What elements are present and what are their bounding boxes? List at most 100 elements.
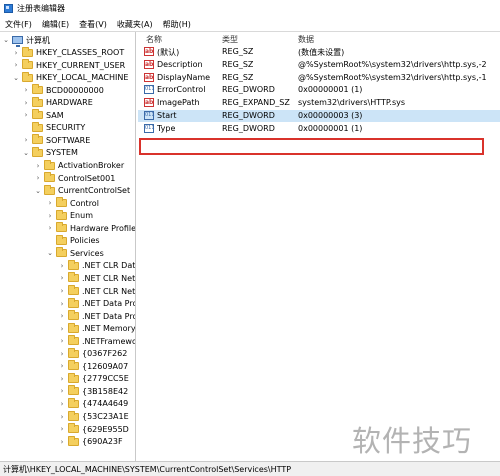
chevron-right-icon[interactable]: › [34,162,42,170]
menu-file[interactable]: 文件(F) [4,19,33,30]
chevron-right-icon[interactable]: › [58,300,66,308]
value-row[interactable]: 011 ErrorControl REG_DWORD 0x00000001 (1) [138,84,500,96]
tree-item[interactable]: › {3B158E42 [58,385,128,397]
tree-item[interactable]: › Control [46,197,99,209]
column-header-name[interactable]: 名称 [146,34,162,45]
tree-item-label: ControlSet001 [58,173,116,183]
tree-item-label: BCD00000000 [46,85,104,95]
tree-item[interactable]: › .NETFramework [58,335,135,347]
chevron-down-icon[interactable]: ⌄ [12,74,20,82]
chevron-right-icon[interactable]: › [58,400,66,408]
tree-item[interactable]: › {474A4649 [58,397,128,410]
tree-item[interactable]: ⌄ SYSTEM [22,146,78,159]
binary-value-icon: 011 [144,123,155,133]
tree-item[interactable]: › {53C23A1E [58,410,129,423]
value-row[interactable]: ab DisplayName REG_SZ @%SystemRoot%\system3… [138,72,500,84]
chevron-right-icon[interactable]: › [58,325,66,333]
value-row[interactable]: ab Description REG_SZ @%SystemRoot%\system3… [138,59,500,71]
chevron-right-icon[interactable]: › [58,362,66,370]
chevron-right-icon[interactable]: › [58,337,66,345]
value-row[interactable]: 011 Type REG_DWORD 0x00000001 (1) [138,123,500,135]
tree-item[interactable]: › .NET CLR Networking 4.0.0.0 [58,285,135,297]
chevron-down-icon[interactable]: ⌄ [22,149,30,157]
tree-item-label: .NET CLR Data [82,261,136,271]
column-header-type[interactable]: 类型 [222,34,238,45]
tree-item[interactable]: › SAM [22,109,64,121]
chevron-right-icon[interactable]: › [12,49,20,57]
column-header-data[interactable]: 数据 [298,34,314,45]
chevron-right-icon[interactable]: › [46,224,54,232]
tree-item[interactable]: › HARDWARE [22,96,93,109]
folder-icon [68,347,79,358]
menu-edit[interactable]: 编辑(E) [41,19,70,30]
tree-item[interactable]: ⌄ 计算机 [2,34,50,47]
chevron-right-icon[interactable]: › [58,438,66,446]
tree-item[interactable]: › .NET Data Provider for Oracle [58,297,135,310]
string-value-icon: ab [144,98,154,108]
tree-item[interactable]: › .NET Data Provider for SqlServer [58,310,135,322]
folder-icon [44,159,55,170]
tree-item-label: SAM [46,110,64,120]
tree-item[interactable]: › .NET CLR Data [58,259,136,272]
tree-item[interactable]: › SOFTWARE [22,134,90,146]
chevron-right-icon[interactable]: › [22,99,30,107]
tree-item[interactable]: › {0367F262 [58,347,127,360]
chevron-right-icon[interactable]: › [58,425,66,433]
tree-item[interactable]: SECURITY [22,121,85,134]
chevron-down-icon[interactable]: ⌄ [34,187,42,195]
tree-item[interactable]: › BCD00000000 [22,84,104,96]
chevron-right-icon[interactable]: › [58,413,66,421]
menu-view[interactable]: 查看(V) [78,19,108,30]
tree-item[interactable]: ⌄ HKEY_LOCAL_MACHINE [12,71,128,84]
tree-item-label: Hardware Profiles [70,223,136,233]
value-data: system32\drivers\HTTP.sys [298,98,406,108]
menu-help[interactable]: 帮助(H) [162,19,192,30]
tree-item[interactable]: ⌄ Services [46,247,104,259]
tree-item[interactable]: › HKEY_CLASSES_ROOT [12,46,124,59]
tree-item[interactable]: › HKEY_CURRENT_USER [12,59,125,71]
chevron-right-icon[interactable]: › [12,61,20,69]
folder-icon [44,172,55,183]
chevron-right-icon[interactable]: › [58,387,66,395]
chevron-right-icon[interactable]: › [22,136,30,144]
tree-item[interactable]: › Enum [46,209,93,222]
chevron-right-icon[interactable]: › [46,199,54,207]
chevron-down-icon[interactable]: ⌄ [46,249,54,257]
chevron-right-icon[interactable]: › [22,111,30,119]
chevron-right-icon[interactable]: › [58,350,66,358]
chevron-right-icon[interactable]: › [58,274,66,282]
chevron-right-icon[interactable]: › [58,262,66,270]
value-list[interactable]: 名称 类型 数据 ab (默认) REG_SZ (数值未设置) ab Descriptio… [138,32,500,462]
chevron-right-icon[interactable]: › [58,375,66,383]
chevron-right-icon[interactable]: › [34,174,42,182]
value-data: 0x00000001 (1) [298,85,363,95]
tree-item[interactable]: Policies [46,234,100,247]
value-row[interactable]: ab ImagePath REG_EXPAND_SZ system32\drivers… [138,97,500,109]
value-data: @%SystemRoot%\system32\drivers\http.sys,… [298,59,487,69]
tree-item-label: Enum [70,211,93,221]
chevron-right-icon[interactable]: › [22,86,30,94]
menu-favorites[interactable]: 收藏夹(A) [116,19,154,30]
tree-item[interactable]: › {690A23F [58,435,123,448]
tree-item[interactable]: › .NET Memory Cache 4.0 [58,322,135,335]
tree-item[interactable]: ⌄ CurrentControlSet [34,184,130,197]
chevron-right-icon[interactable]: › [58,312,66,320]
chevron-down-icon[interactable]: ⌄ [2,36,10,44]
tree-item[interactable]: › Hardware Profiles [46,222,136,234]
string-value-icon: ab [144,72,154,82]
tree-item[interactable]: › {12609A07 [58,360,128,372]
value-data: 0x00000003 (3) [298,111,363,120]
value-row[interactable]: ab (默认) REG_SZ (数值未设置) [138,46,500,58]
tree-item[interactable]: › ActivationBroker [34,159,124,172]
chevron-right-icon[interactable]: › [58,287,66,295]
tree-item[interactable]: › ControlSet001 [34,172,115,184]
value-row[interactable]: 011 Start REG_DWORD 0x00000003 (3) [138,110,500,122]
chevron-right-icon[interactable]: › [46,212,54,220]
tree-item[interactable]: › {2779CC5E [58,372,129,385]
tree-item[interactable]: › {629E955D [58,423,129,435]
folder-icon [68,272,79,283]
value-type: REG_EXPAND_SZ [222,98,290,108]
key-tree[interactable]: ⌄ 计算机 › HKEY_CLASSES_ROOT › HKEY_CURRENT_USER… [0,32,136,462]
tree-item[interactable]: › .NET CLR Networking [58,272,135,284]
folder-icon [32,134,43,145]
